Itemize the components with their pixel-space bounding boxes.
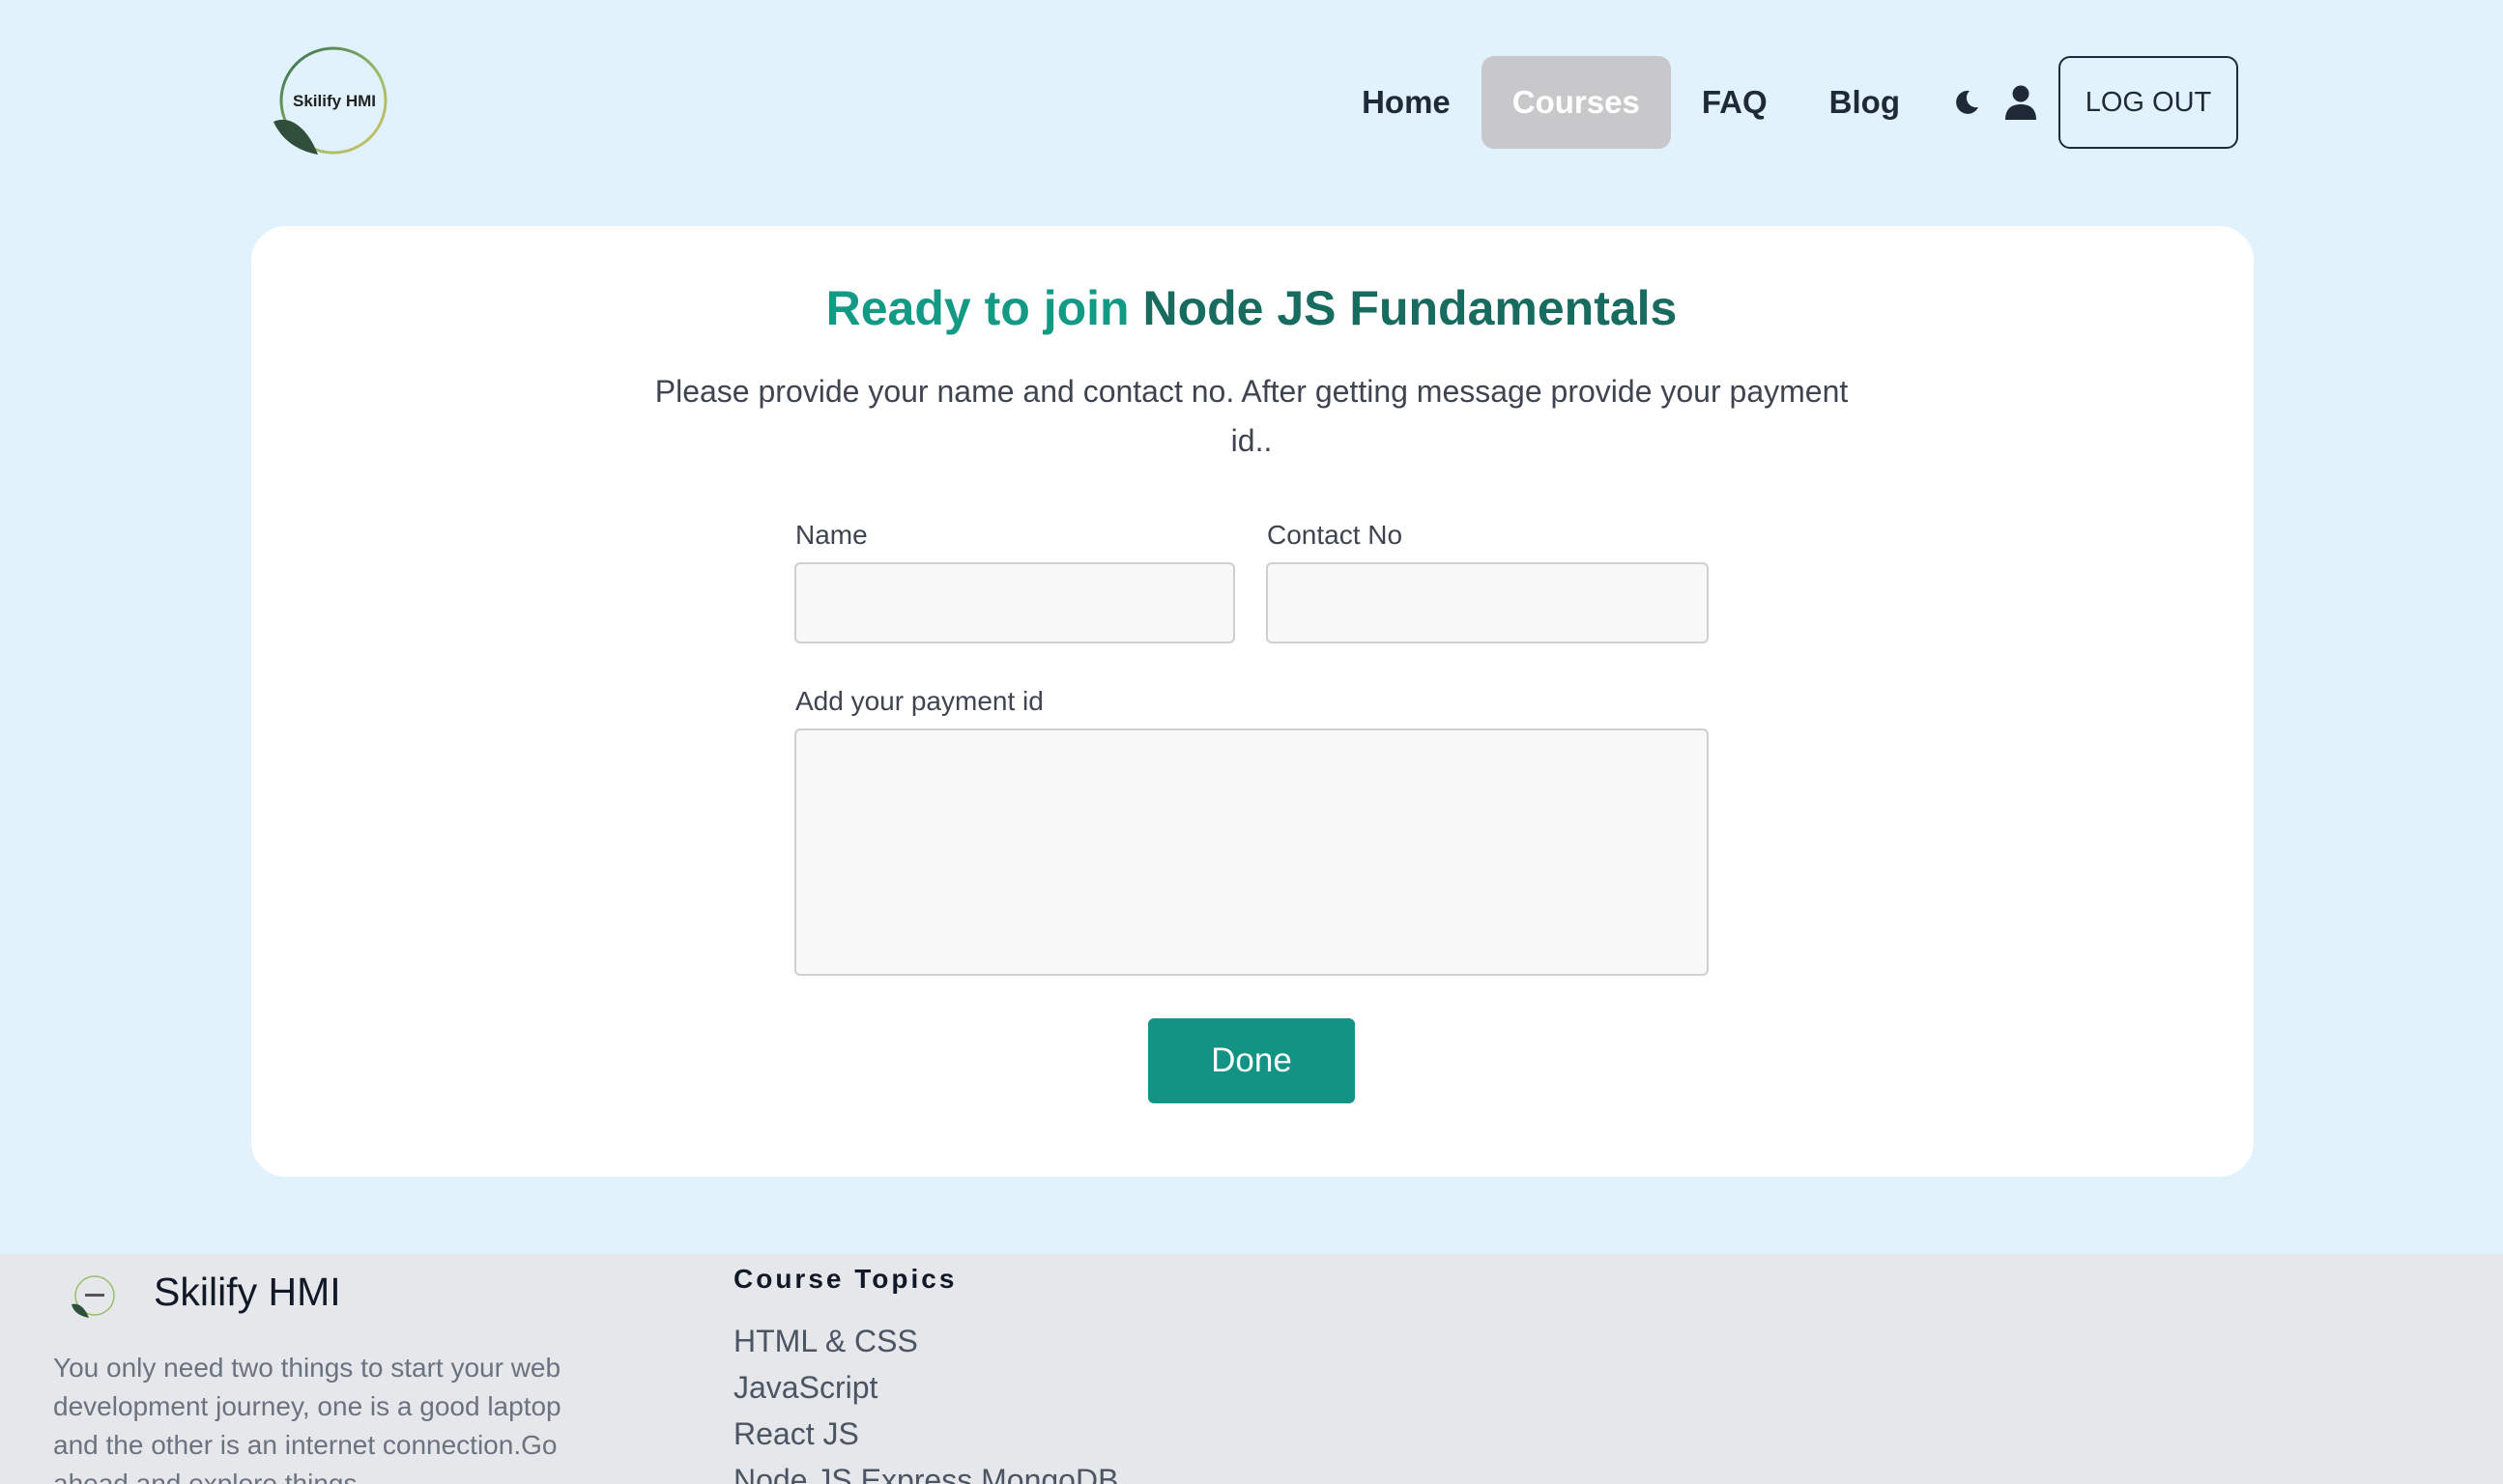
contact-input[interactable] [1266,562,1709,643]
site-footer: Skilify HMI You only need two things to … [0,1254,2503,1484]
footer-description: You only need two things to start your w… [53,1353,561,1484]
moon-icon[interactable] [1952,88,1981,117]
topic-link[interactable]: HTML & CSS [734,1318,1118,1364]
join-instructions: Please provide your name and contact no.… [654,374,1849,458]
payment-id-label: Add your payment id [795,686,1044,716]
user-icon[interactable] [2004,85,2037,120]
nav-courses[interactable]: Courses [1481,56,1671,149]
done-button[interactable]: Done [1148,1018,1355,1103]
logout-button[interactable]: LOG OUT [2058,56,2238,149]
course-topics-list: HTML & CSS JavaScript React JS Node JS,E… [734,1318,1118,1484]
footer-brand-name: Skilify HMI [154,1270,341,1314]
topic-link[interactable]: JavaScript [734,1364,1118,1411]
nav-blog[interactable]: Blog [1798,56,1931,149]
payment-id-textarea[interactable] [794,728,1709,976]
nav-home[interactable]: Home [1331,56,1482,149]
topic-link[interactable]: Node JS,Express,MongoDB [734,1457,1118,1484]
course-topics-heading: Course Topics [734,1264,958,1294]
join-title: Ready to join Node JS Fundamentals [0,280,2503,336]
course-name: Node JS Fundamentals [1142,281,1678,335]
name-input[interactable] [794,562,1235,643]
nav-faq[interactable]: FAQ [1671,56,1798,149]
contact-label: Contact No [1267,520,1403,550]
brand-logo[interactable]: Skilify HMI [270,46,391,160]
topic-link[interactable]: React JS [734,1411,1118,1457]
logo-text: Skilify HMI [293,92,376,110]
name-label: Name [795,520,868,550]
main-nav: Home Courses FAQ Blog LOG OUT [1331,56,2238,149]
footer-logo[interactable] [70,1273,118,1320]
join-title-prefix: Ready to join [825,281,1130,335]
